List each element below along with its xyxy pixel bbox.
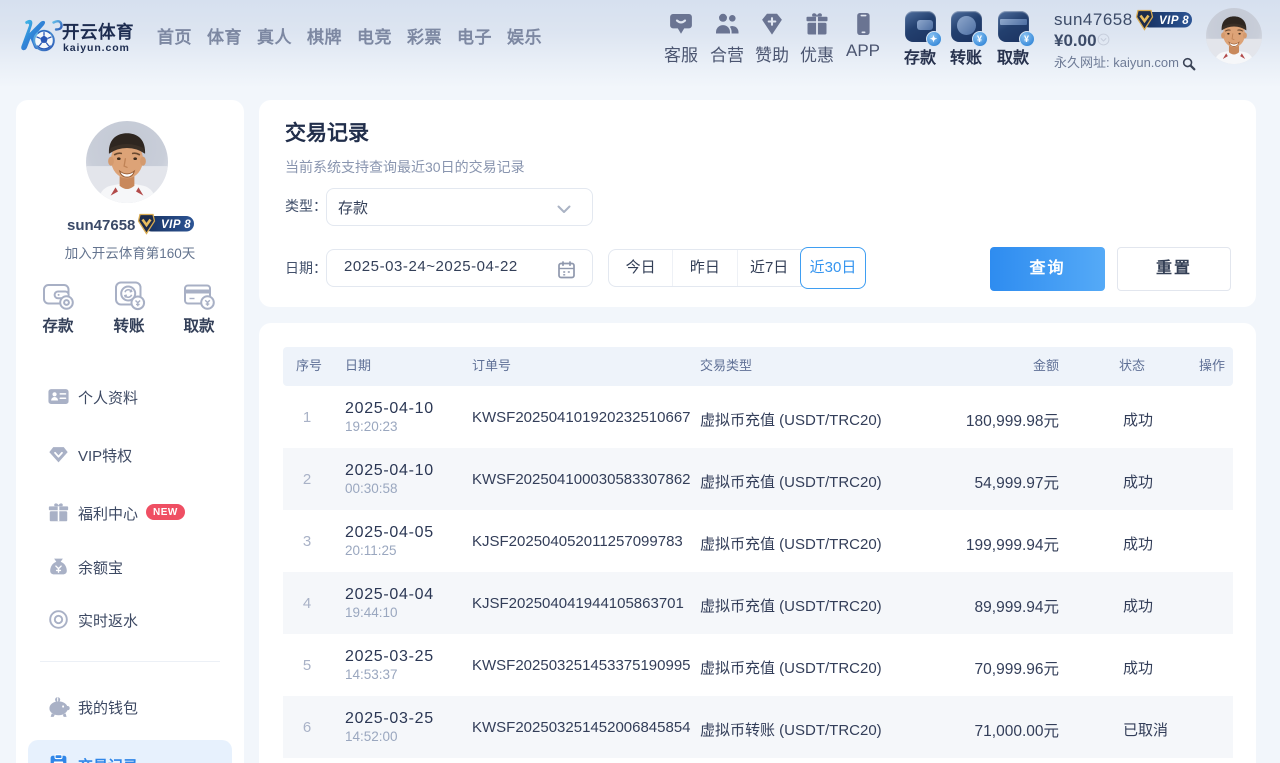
svg-text:VIP 8: VIP 8	[1159, 15, 1189, 27]
svg-text:VIP 8: VIP 8	[161, 219, 191, 231]
